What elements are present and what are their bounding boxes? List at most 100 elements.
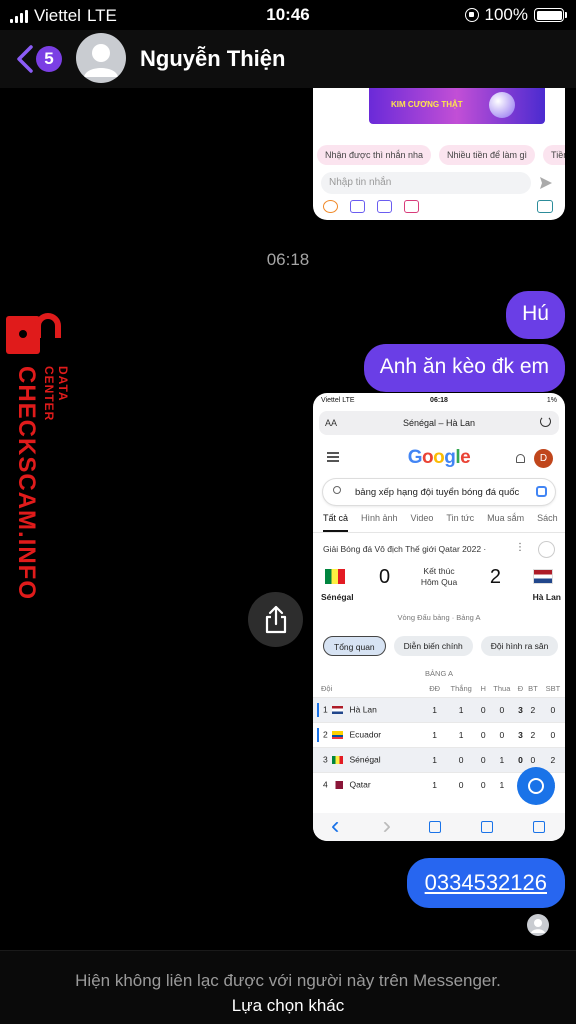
search-tab: Mua sắm (487, 513, 525, 523)
browser-forward-icon (379, 821, 391, 833)
back-button[interactable]: 5 (16, 44, 62, 74)
cell: 0 (540, 696, 565, 722)
contact-name[interactable]: Nguyễn Thiện (140, 46, 285, 72)
rotation-lock-icon (464, 8, 479, 22)
cell: 0 (443, 746, 479, 772)
contact-avatar[interactable] (76, 33, 126, 83)
cell: 1 (425, 721, 444, 747)
phone-link-bubble[interactable]: 0334532126 (406, 858, 565, 908)
match-status-line1: Kết thúc (423, 566, 455, 576)
away-score: 2 (489, 566, 501, 588)
group-label: BẢNG A (425, 669, 453, 678)
match-status-line2: Hôm Qua (420, 577, 458, 587)
lock-icon (6, 313, 61, 354)
chevron-left-icon (17, 45, 33, 73)
netherlands-flag-icon (533, 569, 553, 584)
col-w: Thắng (450, 684, 472, 694)
col-mp: ĐĐ (429, 684, 441, 694)
watermark-subtext: DATA CENTER (42, 366, 70, 422)
composer-unavailable-footer: Hiện không liên lạc được với người này t… (0, 950, 576, 1024)
cell: 0 (540, 721, 565, 747)
pos: 3 (323, 753, 328, 764)
screenshot-status-bar: Viettel LTE 06:18 1% (313, 393, 565, 411)
netherlands-flag-icon (332, 705, 344, 714)
team-cell: 2 Ecuador (313, 721, 426, 747)
shared-image-screenshot[interactable]: Viettel LTE 06:18 1% AA Sénégal – Hà Lan… (313, 393, 565, 841)
qatar-flag-icon (332, 780, 344, 789)
search-tab: Tin tức (446, 513, 475, 523)
col-d: H (480, 684, 486, 694)
match-pill: Đội hình ra sân (480, 636, 559, 656)
cell: 0 (478, 721, 488, 747)
team-cell: 3 Sénégal (313, 746, 426, 772)
banner-text: KIM CƯƠNG THẬT (391, 100, 463, 109)
quick-reply-chip: Nhận được thì nhắn nha (317, 145, 431, 165)
search-tab: Sách (537, 513, 558, 523)
quick-reply-chips: Nhận được thì nhắn nha Nhiều tiền để làm… (317, 145, 565, 165)
screenshot-time: 06:18 (430, 397, 448, 404)
away-team: Hà Lan (532, 592, 561, 602)
default-avatar-icon (531, 919, 545, 933)
address-bar: AA Sénégal – Hà Lan (319, 411, 559, 435)
battery-percent: 100% (484, 5, 528, 24)
gift-icon (404, 200, 419, 213)
shared-image-top[interactable]: KIM CƯƠNG THẬT Nhận được thì nhắn nha Nh… (313, 88, 565, 220)
message-bubble[interactable]: Anh ăn kèo đk em (363, 344, 565, 392)
pos: 4 (323, 779, 328, 789)
status-right: 100% (464, 5, 567, 25)
cell: 0 (487, 696, 516, 722)
cell: 1 (443, 696, 479, 722)
cell: 0 (478, 771, 488, 797)
notify-icon (538, 541, 555, 558)
send-icon (540, 177, 552, 189)
team-name: Ecuador (349, 728, 382, 739)
ecuador-flag-icon (332, 730, 344, 739)
message-bubble[interactable]: Hú (506, 291, 565, 339)
col-gf: BT (528, 684, 538, 694)
standings-header-row: Đội ĐĐ Thắng H Thua Đ BT SBT (313, 681, 565, 697)
cell: 1 (443, 721, 479, 747)
cell: 0 (478, 696, 488, 722)
other-options-link[interactable]: Lựa chọn khác (0, 996, 576, 1016)
status-bar: Viettel LTE 10:46 100% (0, 0, 576, 30)
table-row: 1 Hà Lan 1 1 0 0 3 2 0 (313, 696, 565, 722)
unavailable-message: Hiện không liên lạc được với người này t… (75, 971, 501, 990)
image-icon (350, 200, 365, 213)
tabs-icon (533, 821, 545, 833)
cell: 1 (425, 771, 444, 797)
chat-header: 5 Nguyễn Thiện (0, 30, 576, 88)
google-header: Google D (313, 435, 565, 475)
bell-icon (516, 454, 525, 463)
banner-graphic (489, 92, 515, 118)
match-status: Kết thúc Hôm Qua (313, 566, 565, 588)
search-query: bảng xếp hạng đội tuyển bóng đá quốc (355, 487, 520, 498)
composer-tools (323, 200, 419, 213)
unread-badge: 5 (36, 46, 62, 72)
cell: 0 (443, 771, 479, 797)
time-separator: 06:18 (266, 250, 310, 269)
senegal-flag-icon (332, 755, 344, 764)
address-url: Sénégal – Hà Lan (402, 418, 476, 428)
transfer-icon (377, 200, 392, 213)
battery-icon (534, 8, 567, 22)
col-pts: Đ (517, 684, 524, 694)
team-name: Qatar (349, 779, 371, 789)
more-icon: ⋮ (515, 542, 525, 553)
scoreline: Sénégal 0 Kết thúc Hôm Qua 2 Hà Lan Vòng… (313, 559, 565, 622)
sticker-icon (537, 200, 553, 213)
share-icon (265, 605, 286, 633)
home-team: Sénégal (321, 592, 354, 602)
cell: 1 (487, 771, 516, 797)
search-tab: Video (410, 513, 434, 523)
match-pills: Tổng quan Diễn biến chính Đội hình ra sâ… (313, 621, 565, 663)
search-tabs: Tất cả Hình ảnh Video Tin tức Mua sắm Sá… (313, 505, 565, 533)
search-tab: Hình ảnh (361, 513, 398, 523)
match-header: Giải Bóng đá Vô địch Thế giới Qatar 2022… (313, 533, 565, 559)
share-button[interactable] (248, 592, 303, 647)
cell: 0 (516, 746, 525, 772)
promo-banner: KIM CƯƠNG THẬT (369, 88, 545, 124)
match-title: Giải Bóng đá Vô địch Thế giới Qatar 2022… (323, 544, 487, 554)
google-search-box: bảng xếp hạng đội tuyển bóng đá quốc (323, 479, 555, 505)
browser-share-icon (429, 821, 441, 833)
message-input-preview: Nhập tin nhắn (321, 172, 531, 194)
